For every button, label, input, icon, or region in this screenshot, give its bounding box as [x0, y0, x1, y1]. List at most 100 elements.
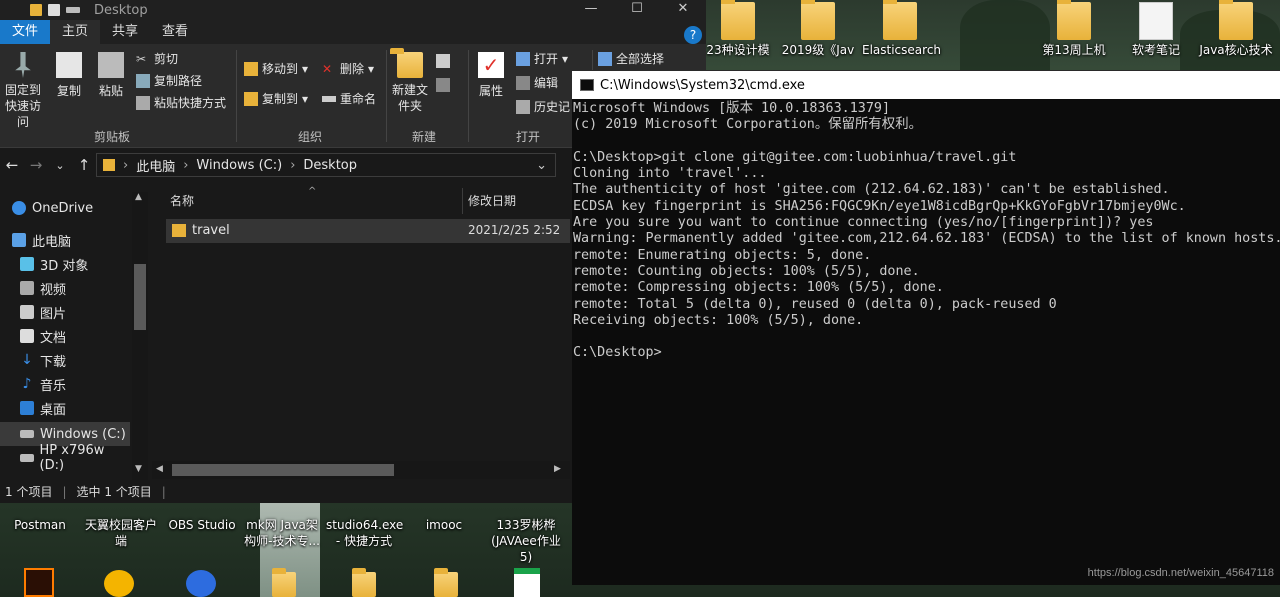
minimize-icon[interactable]: — — [568, 0, 614, 20]
copy-button[interactable]: 复制 — [52, 52, 86, 99]
address-bar[interactable]: › 此电脑 › Windows (C:) › Desktop ⌄ — [96, 153, 556, 177]
column-header-date[interactable]: 修改日期 — [468, 192, 516, 216]
help-icon[interactable]: ? — [684, 26, 702, 44]
table-row[interactable]: travel 2021/2/25 2:52 — [166, 219, 570, 243]
desktop-icon-exam-notes[interactable]: 软考笔记 — [1118, 2, 1194, 58]
breadcrumb-drive-c[interactable]: Windows (C:) — [196, 158, 282, 173]
new-item-icon[interactable] — [436, 54, 450, 68]
desktop-icon-postman[interactable]: Postman — [2, 517, 78, 533]
desktop-icon-studio64[interactable]: studio64.exe - 快捷方式 — [326, 517, 404, 549]
navigation-scrollbar[interactable]: ▲ ▼ — [132, 192, 148, 480]
recent-locations-icon[interactable]: ⌄ — [48, 159, 72, 172]
desktop-icon-design-patterns[interactable]: 23种设计模 — [700, 0, 776, 58]
sidebar-item-videos[interactable]: 视频 — [0, 276, 130, 300]
scrollbar-thumb[interactable] — [172, 464, 394, 476]
chevron-down-icon[interactable]: ⌄ — [536, 158, 547, 173]
cut-button[interactable]: ✂ 剪切 — [136, 50, 178, 67]
sidebar-item-desktop[interactable]: 桌面 — [0, 396, 130, 420]
app-icon[interactable] — [186, 570, 216, 597]
desktop-icon-obs[interactable]: OBS Studio — [164, 517, 240, 533]
scroll-left-icon[interactable]: ◀ — [156, 464, 163, 474]
desktop-icon-week13[interactable]: 第13周上机 — [1036, 0, 1112, 58]
sidebar-item-pictures[interactable]: 图片 — [0, 300, 130, 324]
cloud-icon — [12, 201, 26, 215]
forward-icon[interactable]: → — [24, 156, 48, 174]
desktop-icon-tianyi[interactable]: 天翼校园客户端 — [82, 517, 160, 549]
desktop-icon-label: 第13周上机 — [1042, 43, 1106, 57]
properties-icon[interactable] — [48, 4, 60, 16]
console-line: Receiving objects: 100% (5/5), done. — [573, 312, 864, 328]
scrollbar-thumb[interactable] — [134, 264, 146, 330]
breadcrumb-desktop[interactable]: Desktop — [303, 158, 357, 173]
sidebar-item-3d-objects[interactable]: 3D 对象 — [0, 252, 130, 276]
console-line: Cloning into 'travel'... — [573, 166, 767, 182]
folder-icon[interactable] — [30, 4, 42, 16]
column-divider[interactable] — [462, 188, 463, 214]
cube-icon — [20, 257, 34, 271]
paste-shortcut-button[interactable]: 粘贴快捷方式 — [136, 94, 226, 111]
folder-icon — [172, 224, 186, 237]
console-line: Are you sure you want to continue connec… — [573, 215, 1154, 231]
sidebar-item-documents[interactable]: 文档 — [0, 324, 130, 348]
back-icon[interactable]: ← — [0, 156, 24, 174]
copy-to-icon — [244, 91, 258, 106]
horizontal-scrollbar[interactable]: ◀ ▶ — [152, 461, 570, 479]
desktop-icon-2019-java[interactable]: 2019级《Jav — [780, 0, 856, 58]
illustrator-icon[interactable] — [24, 568, 54, 597]
sidebar-item-drive-d[interactable]: HP x796w (D:) — [0, 443, 130, 473]
desktop-icon-java-core[interactable]: Java核心技术 — [1198, 0, 1274, 58]
select-all-button[interactable]: 全部选择 — [598, 50, 664, 67]
sidebar-item-downloads[interactable]: ↓ 下载 — [0, 348, 130, 372]
sidebar-item-onedrive[interactable]: OneDrive — [0, 196, 130, 220]
properties-button[interactable]: ✓ 属性 — [474, 52, 508, 99]
window-title: Desktop — [94, 2, 148, 18]
copy-path-button[interactable]: 复制路径 — [136, 72, 202, 89]
selected-count: 选中 1 个项目 — [76, 485, 152, 499]
folder-icon[interactable] — [272, 572, 296, 597]
easy-access-icon[interactable] — [436, 78, 450, 92]
scroll-up-icon[interactable]: ▲ — [135, 192, 142, 202]
edit-button[interactable]: 编辑 — [516, 74, 558, 91]
open-button[interactable]: 打开 ▾ — [516, 50, 568, 67]
tab-file[interactable]: 文件 — [0, 20, 51, 44]
rename-button[interactable]: 重命名 — [322, 90, 376, 107]
copy-to-button[interactable]: 复制到 ▾ — [244, 90, 308, 107]
quick-access-toolbar — [0, 4, 80, 16]
tab-home[interactable]: 主页 — [50, 20, 101, 44]
rename-icon[interactable] — [66, 7, 80, 13]
picture-icon — [20, 305, 34, 319]
pin-quick-access-button[interactable]: 固定到快速访问 — [0, 52, 46, 130]
scroll-right-icon[interactable]: ▶ — [554, 464, 561, 474]
up-icon[interactable]: ↑ — [72, 156, 96, 174]
desktop-icon-luobinhua[interactable]: 133罗彬桦(JAVAee作业5) — [488, 517, 564, 565]
scissors-icon: ✂ — [136, 51, 147, 66]
paste-button[interactable]: 粘贴 — [94, 52, 128, 99]
move-to-button[interactable]: 移动到 ▾ — [244, 60, 308, 77]
folder-icon[interactable] — [434, 572, 458, 597]
new-folder-button[interactable]: 新建文件夹 — [390, 52, 430, 114]
desktop-icon-mk-java[interactable]: mk网 Java架构师-技术专... — [244, 517, 320, 549]
delete-button[interactable]: ✕ 删除 ▾ — [322, 60, 374, 77]
maximize-icon[interactable]: ☐ — [614, 0, 660, 20]
breadcrumb-this-pc[interactable]: 此电脑 — [136, 156, 175, 175]
desktop-icon-imooc[interactable]: imooc — [406, 517, 482, 533]
pdf-icon[interactable] — [514, 568, 540, 597]
folder-icon — [721, 0, 755, 40]
console-output[interactable]: Microsoft Windows [版本 10.0.18363.1379] (c… — [572, 99, 1280, 585]
tab-view[interactable]: 查看 — [150, 20, 200, 44]
scroll-down-icon[interactable]: ▼ — [135, 464, 142, 474]
sidebar-item-this-pc[interactable]: 此电脑 — [0, 228, 130, 252]
console-line: ECDSA key fingerprint is SHA256:FQGC9Kn/… — [573, 198, 1186, 214]
history-button[interactable]: 历史记 — [516, 98, 570, 115]
column-header-name[interactable]: 名称 — [170, 192, 194, 216]
close-icon[interactable]: ✕ — [660, 0, 706, 20]
desktop-icon-label: studio64.exe - 快捷方式 — [326, 518, 404, 548]
desktop-icon-elasticsearch[interactable]: Elasticsearch — [862, 0, 941, 58]
desktop-icon-label: imooc — [425, 518, 463, 532]
open-group-label: 打开 — [516, 130, 541, 144]
cmd-window[interactable]: C:\Windows\System32\cmd.exe Microsoft Wi… — [572, 70, 1280, 585]
sidebar-item-music[interactable]: ♪ 音乐 — [0, 372, 130, 396]
tab-share[interactable]: 共享 — [100, 20, 150, 44]
folder-icon[interactable] — [352, 572, 376, 597]
app-icon[interactable] — [104, 570, 134, 597]
